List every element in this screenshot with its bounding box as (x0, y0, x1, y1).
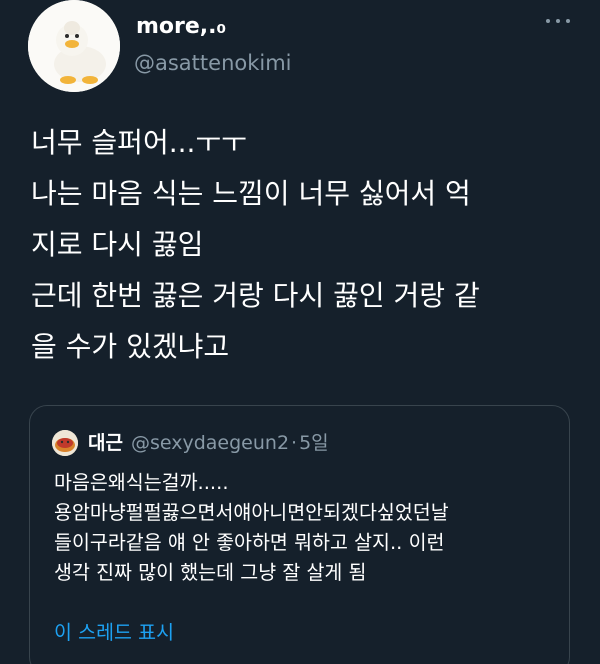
quote-text-line: 용암마냥펄펄끓으면서얘아니면안되겠다싶었던날 (54, 501, 449, 524)
quote-author-name[interactable]: 대근 (88, 432, 123, 454)
quote-text-line: 들이구라같음 얘 안 좋아하면 뭐하고 살지.. 이런 (54, 531, 445, 554)
quote-timestamp[interactable]: 5일 (299, 432, 329, 454)
tweet: more,.₀ @asattenokimi 너무 슬퍼어...ㅜㅜ 나는 마음 … (0, 0, 600, 664)
tweet-text-line: 근데 한번 끓은 거랑 다시 끓인 거랑 같 (31, 279, 480, 312)
duck-plush-icon (28, 0, 120, 92)
quote-text: 마음은왜식는걸까..... 용암마냥펄펄끓으면서얘아니면안되겠다싶었던날 들이구… (54, 468, 564, 588)
tweet-text: 너무 슬퍼어...ㅜㅜ 나는 마음 식는 느낌이 너무 싫어서 억 지로 다시 … (31, 117, 571, 372)
tweet-text-line: 을 수가 있겠냐고 (31, 330, 230, 363)
tweet-text-line: 나는 마음 식는 느낌이 너무 싫어서 억 (31, 177, 471, 210)
show-thread-link[interactable]: 이 스레드 표시 (54, 616, 174, 645)
quote-separator: · (291, 432, 298, 454)
author-avatar[interactable] (28, 0, 120, 92)
bread-icon (52, 430, 78, 456)
tweet-text-line: 지로 다시 끓임 (31, 228, 204, 261)
quote-author-avatar[interactable] (52, 430, 78, 456)
quote-text-line: 마음은왜식는걸까..... (54, 471, 229, 494)
more-horizontal-icon[interactable] (546, 17, 570, 25)
quoted-tweet-card[interactable]: 대근 @sexydaegeun2 · 5일 마음은왜식는걸까..... 용암마냥펄펄끓… (29, 405, 570, 664)
quote-author-handle[interactable]: @sexydaegeun2 (131, 432, 289, 454)
author-display-name[interactable]: more,.₀ (136, 14, 226, 39)
author-handle[interactable]: @asattenokimi (134, 51, 292, 75)
quote-text-line: 생각 진짜 많이 했는데 그냥 잘 살게 됨 (54, 561, 367, 584)
quote-header: 대근 @sexydaegeun2 · 5일 (88, 428, 329, 455)
tweet-text-line: 너무 슬퍼어...ㅜㅜ (31, 126, 247, 159)
